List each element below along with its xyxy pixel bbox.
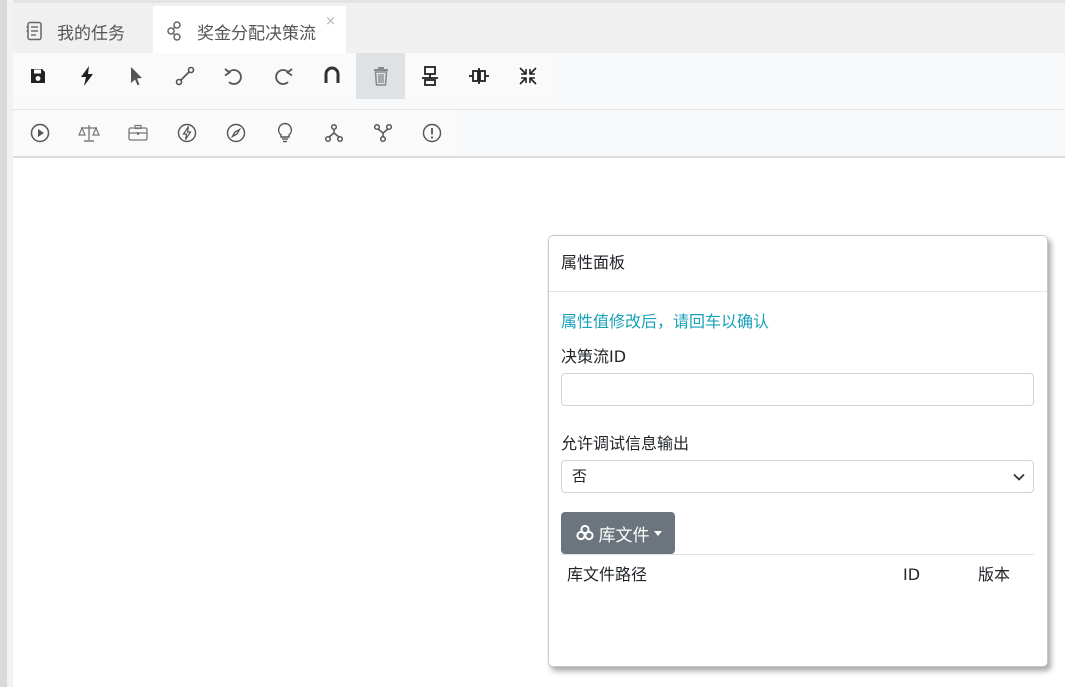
exclamation-circle-icon bbox=[422, 123, 441, 143]
property-panel: 属性面板 属性值修改后，请回车以确认 决策流ID 允许调试信息输出 否 库文件 … bbox=[548, 235, 1048, 667]
panel-hint: 属性值修改后，请回车以确认 bbox=[561, 312, 770, 331]
script-node-button[interactable] bbox=[211, 110, 260, 156]
debug-output-label: 允许调试信息输出 bbox=[561, 434, 690, 453]
tab-my-tasks[interactable]: 我的任务 bbox=[13, 6, 153, 56]
editor-toolbar bbox=[13, 53, 1065, 110]
action-node-button[interactable] bbox=[162, 110, 211, 156]
tab-label: 奖金分配决策流 bbox=[197, 23, 316, 44]
redo-button[interactable] bbox=[258, 53, 307, 99]
trash-icon bbox=[373, 67, 388, 86]
debug-output-value: 否 bbox=[572, 467, 588, 485]
redo-icon bbox=[274, 68, 293, 85]
align-vertical-button[interactable] bbox=[405, 53, 454, 99]
tab-bar: 我的任务 奖金分配决策流 × bbox=[13, 0, 1065, 56]
flow-icon bbox=[165, 21, 185, 41]
undo-icon bbox=[223, 68, 242, 85]
decision-node-button[interactable] bbox=[260, 110, 309, 156]
left-edge bbox=[0, 0, 7, 687]
scales-icon bbox=[77, 125, 100, 142]
bolt-button[interactable] bbox=[62, 53, 111, 99]
briefcase-icon bbox=[127, 124, 148, 141]
magnet-button[interactable] bbox=[307, 53, 356, 99]
align-vertical-icon bbox=[421, 66, 438, 86]
tab-label: 我的任务 bbox=[57, 23, 125, 44]
align-horizontal-icon bbox=[468, 68, 489, 84]
node-toolbar bbox=[13, 110, 1065, 158]
pointer-icon bbox=[130, 67, 142, 86]
play-circle-icon bbox=[30, 123, 49, 143]
tab-bonus-flow[interactable]: 奖金分配决策流 × bbox=[153, 6, 346, 56]
cubes-icon bbox=[575, 525, 594, 541]
close-icon[interactable]: × bbox=[325, 14, 336, 29]
compress-button[interactable] bbox=[503, 53, 552, 99]
caret-down-icon bbox=[653, 530, 662, 536]
lightbulb-icon bbox=[277, 122, 292, 143]
connection-icon bbox=[175, 66, 194, 86]
save-icon bbox=[30, 69, 45, 83]
rule-node-button[interactable] bbox=[64, 110, 113, 156]
pointer-button[interactable] bbox=[111, 53, 160, 99]
compress-icon bbox=[518, 67, 537, 85]
bolt-circle-icon bbox=[177, 123, 196, 143]
task-list-icon bbox=[25, 21, 45, 41]
column-id: ID bbox=[903, 565, 921, 584]
connection-button[interactable] bbox=[160, 53, 209, 99]
bolt-icon bbox=[80, 66, 93, 86]
toolbar-group bbox=[13, 53, 550, 99]
fork-node-button[interactable] bbox=[309, 110, 358, 156]
join-icon bbox=[373, 123, 392, 143]
join-node-button[interactable] bbox=[358, 110, 407, 156]
toolbar-group bbox=[13, 110, 453, 156]
library-files-label: 库文件 bbox=[598, 525, 650, 546]
start-node-button[interactable] bbox=[15, 110, 64, 156]
flow-id-label: 决策流ID bbox=[561, 347, 627, 366]
end-node-button[interactable] bbox=[407, 110, 456, 156]
column-version: 版本 bbox=[978, 565, 1011, 584]
flow-id-input[interactable] bbox=[561, 373, 1034, 406]
package-node-button[interactable] bbox=[113, 110, 162, 156]
compass-icon bbox=[226, 123, 245, 143]
align-horizontal-button[interactable] bbox=[454, 53, 503, 99]
delete-button[interactable] bbox=[356, 53, 405, 99]
magnet-icon bbox=[324, 66, 339, 83]
fork-icon bbox=[324, 123, 343, 143]
library-files-button[interactable]: 库文件 bbox=[561, 512, 675, 554]
debug-output-select[interactable]: 否 bbox=[561, 460, 1034, 493]
column-library-path: 库文件路径 bbox=[567, 565, 648, 584]
save-button[interactable] bbox=[13, 53, 62, 99]
panel-title: 属性面板 bbox=[549, 236, 1047, 292]
undo-button[interactable] bbox=[209, 53, 258, 99]
library-table-header: 库文件路径 ID 版本 bbox=[561, 554, 1034, 596]
chevron-down-icon bbox=[1011, 461, 1027, 492]
